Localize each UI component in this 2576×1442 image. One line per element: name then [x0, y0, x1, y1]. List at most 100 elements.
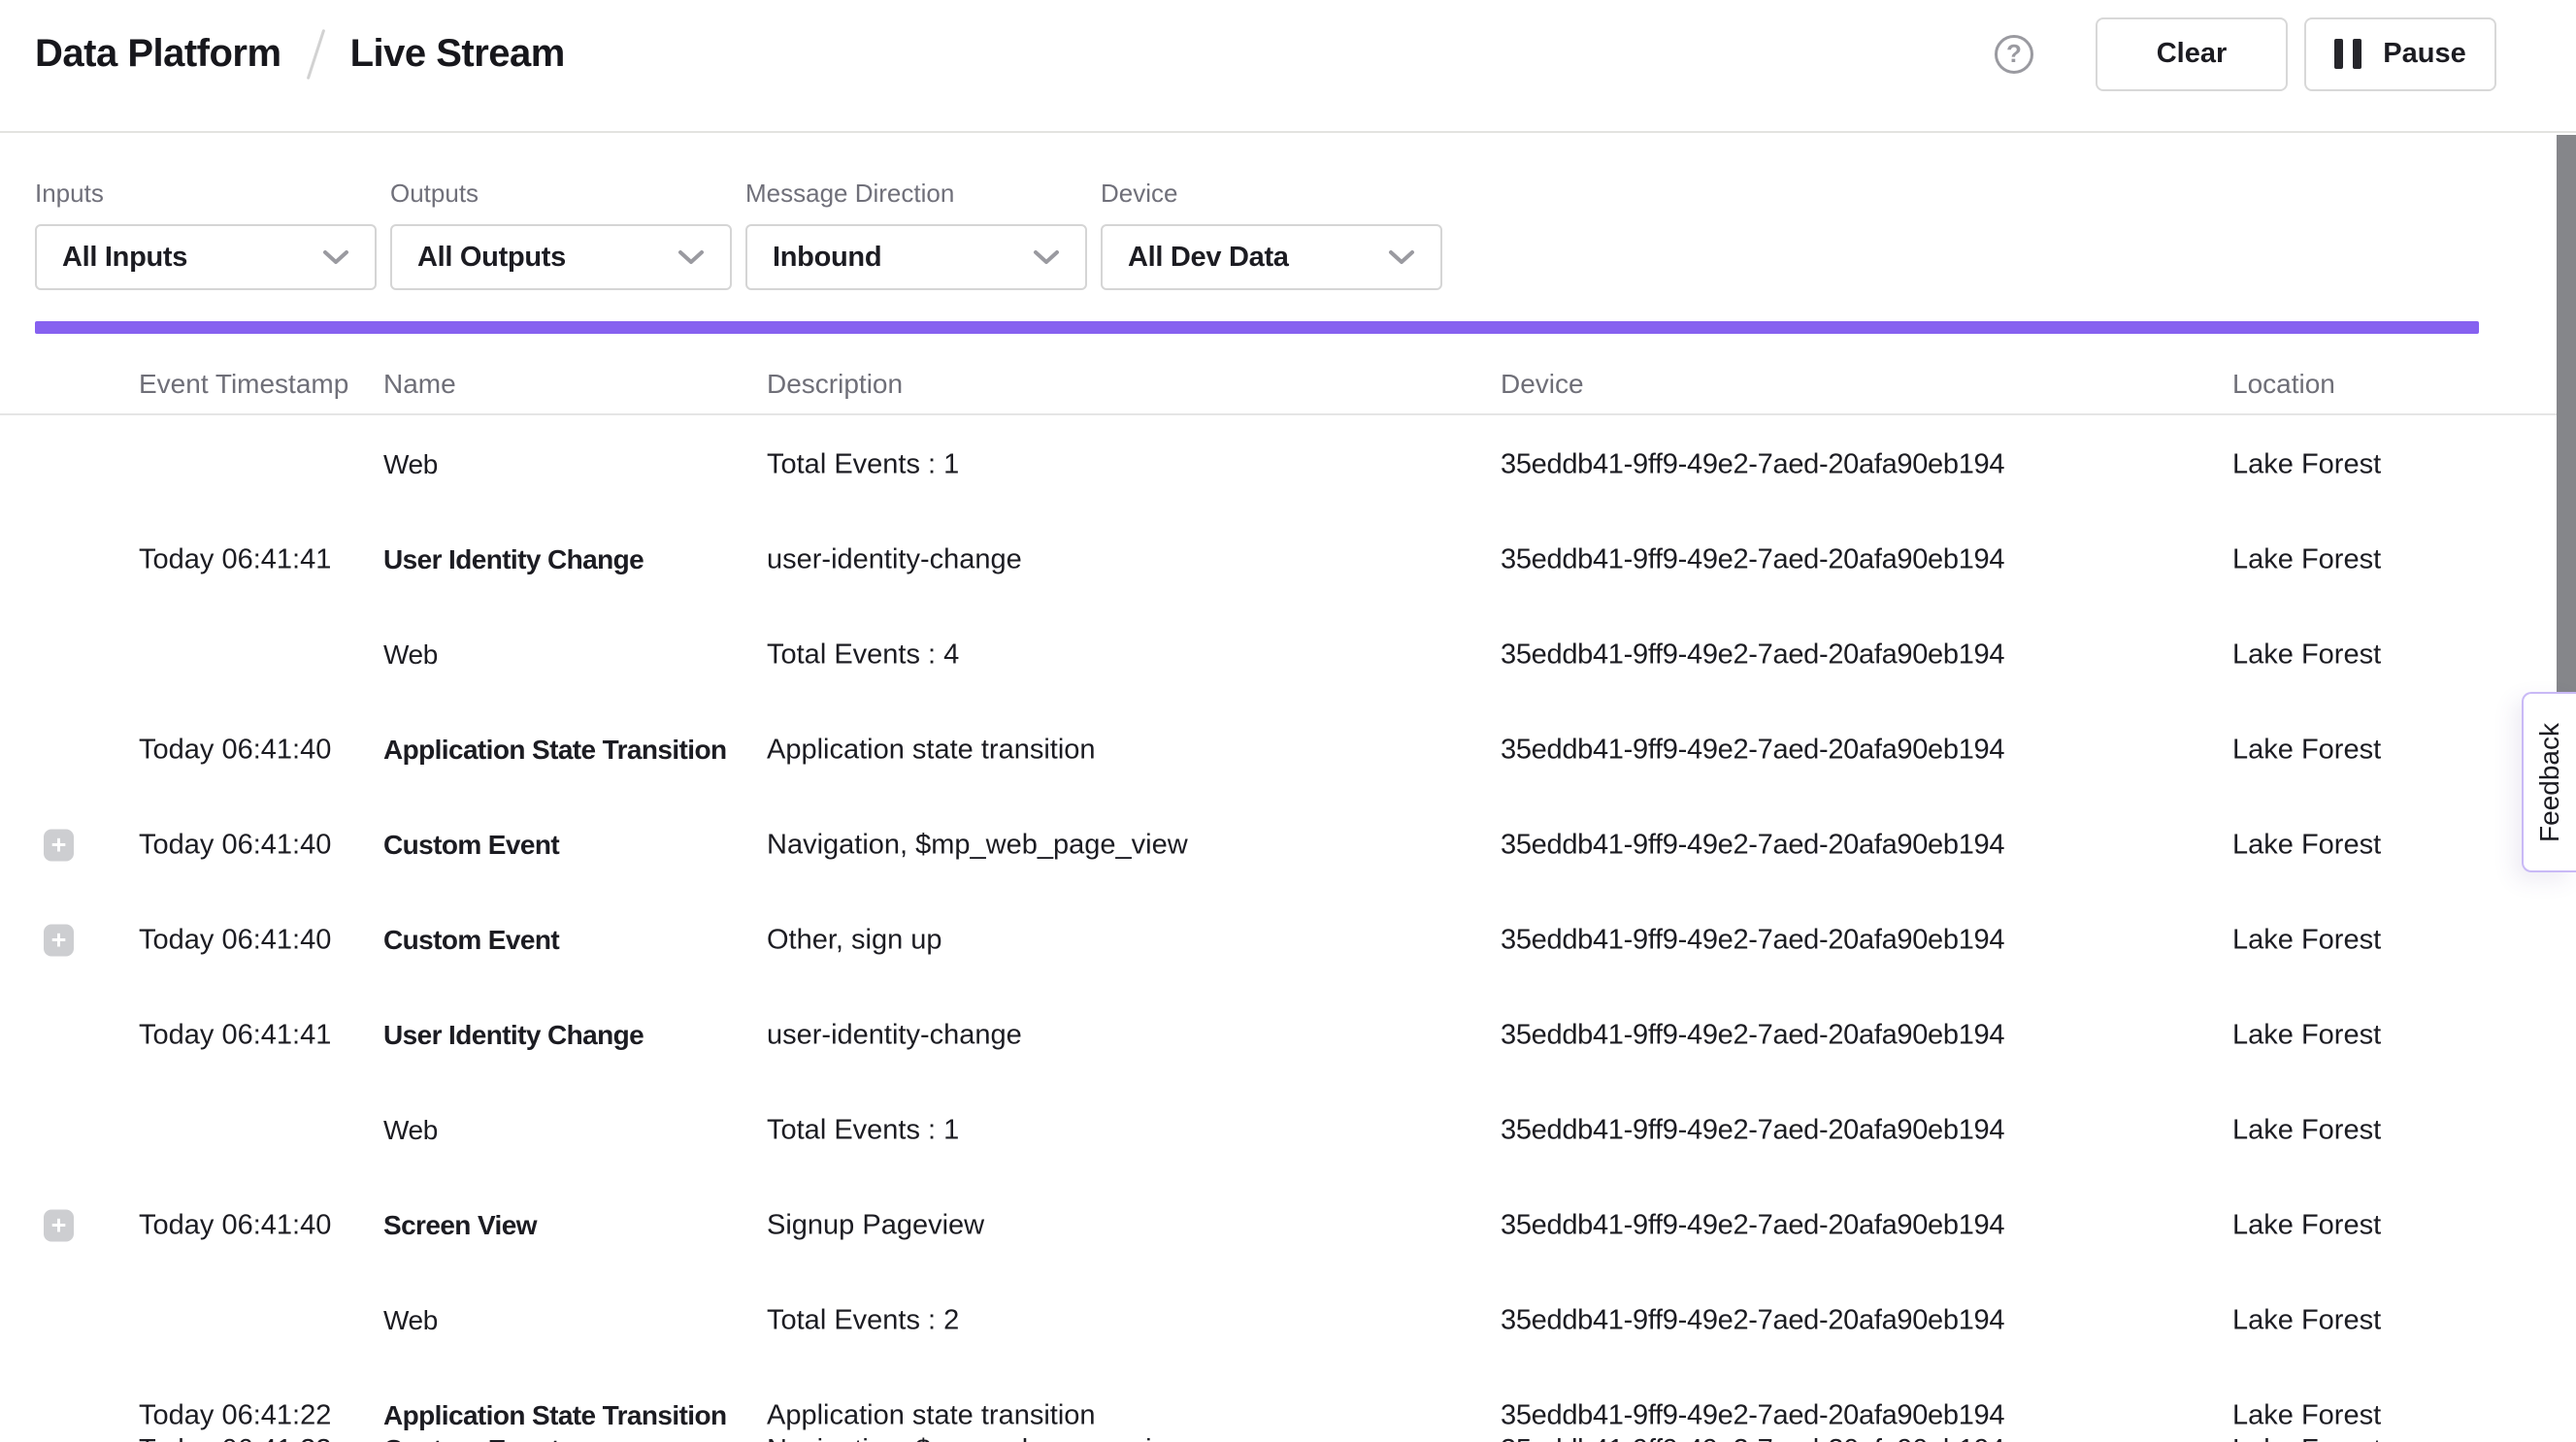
cell-description: user-identity-change — [767, 1020, 1022, 1052]
table-row[interactable]: Today 06:41:41 User Identity Change user-i… — [0, 512, 2576, 607]
table-row[interactable]: Today 06:41:22 Custom Event Navigation, $m… — [0, 1434, 2576, 1442]
table-row[interactable]: Today 06:41:40Application State Transiti… — [0, 703, 2576, 798]
device-select[interactable]: All Dev Data — [1101, 224, 1442, 290]
breadcrumb-live-stream: Live Stream — [350, 32, 565, 76]
cell-location: Lake Forest — [2232, 735, 2381, 767]
expand-row-icon[interactable]: + — [44, 830, 74, 862]
cell-description: Signup Pageview — [767, 1210, 984, 1242]
cell-device: 35eddb41-9ff9-49e2-7aed-20afa90eb194 — [1501, 830, 2004, 862]
table-body: Web Total Events : 1 35eddb41-9ff9-49e2-7a… — [0, 417, 2576, 1442]
breadcrumb-data-platform[interactable]: Data Platform — [35, 32, 281, 76]
inputs-select[interactable]: All Inputs — [35, 224, 377, 290]
column-header-event-timestamp: Event Timestamp — [139, 369, 348, 400]
cell-location: Lake Forest — [2232, 1305, 2381, 1337]
cell-description: Total Events : 4 — [767, 639, 959, 672]
message-direction-select-value: Inbound — [773, 242, 881, 274]
chevron-down-icon — [677, 249, 705, 265]
cell-location: Lake Forest — [2232, 925, 2381, 957]
cell-description: Total Events : 1 — [767, 1115, 959, 1147]
table-row[interactable]: Web Total Events : 4 35eddb41-9ff9-49e2-7a… — [0, 607, 2576, 703]
device-select-value: All Dev Data — [1128, 242, 1289, 274]
cell-event-timestamp: Today 06:41:41 — [139, 1020, 331, 1052]
cell-event-timestamp: Today 06:41:41 — [139, 544, 331, 576]
cell-location: Lake Forest — [2232, 544, 2381, 576]
outputs-select-value: All Outputs — [417, 242, 566, 274]
filter-inputs-label: Inputs — [35, 178, 377, 209]
cell-description: Other, sign up — [767, 925, 942, 957]
cell-description: Application state transition — [767, 735, 1096, 767]
table-row[interactable]: Today 06:41:22 Application State Transiti… — [0, 1368, 2576, 1442]
accent-bar — [35, 321, 2479, 334]
cell-description: user-identity-change — [767, 544, 1022, 576]
filter-device-label: Device — [1101, 178, 1442, 209]
help-glyph: ? — [2006, 39, 2022, 69]
table-row[interactable]: + Today 06:41:40 Screen View Signup Pagevie… — [0, 1178, 2576, 1273]
table-header: Event Timestamp Name Description Device … — [0, 363, 2576, 415]
cell-name: Custom Event — [383, 1434, 559, 1442]
header-actions: ? Clear Pause — [1995, 17, 2496, 91]
cell-location: Lake Forest — [2232, 1020, 2381, 1052]
filter-inputs: Inputs All Inputs — [35, 178, 377, 290]
pause-icon — [2334, 39, 2361, 69]
filter-outputs-label: Outputs — [390, 178, 732, 209]
cell-description: Total Events : 2 — [767, 1305, 959, 1337]
expand-row-icon[interactable]: + — [44, 1210, 74, 1242]
filter-message-direction-label: Message Direction — [745, 178, 1087, 209]
cell-event-timestamp: Today 06:41:22 — [139, 1434, 331, 1442]
cell-name: Web — [383, 639, 438, 671]
table-row[interactable]: WebTotal Events : 135eddb41-9ff9-49e2-7a… — [0, 417, 2576, 512]
app-header: Data Platform Live Stream ? Clear Pause — [0, 0, 2576, 133]
cell-device: 35eddb41-9ff9-49e2-7aed-20afa90eb194 — [1501, 925, 2004, 957]
chevron-down-icon — [1388, 249, 1415, 265]
pause-button[interactable]: Pause — [2304, 17, 2496, 91]
expand-row-icon[interactable]: + — [44, 925, 74, 957]
cell-name: Custom Event — [383, 925, 559, 956]
breadcrumb: Data Platform Live Stream — [35, 28, 565, 81]
cell-name: User Identity Change — [383, 544, 644, 575]
breadcrumb-separator — [306, 28, 325, 79]
feedback-tab[interactable]: Feedback — [2522, 692, 2576, 872]
cell-name: User Identity Change — [383, 1020, 644, 1051]
message-direction-select[interactable]: Inbound — [745, 224, 1087, 290]
live-stream-page: Data Platform Live Stream ? Clear Pause … — [0, 0, 2576, 1442]
cell-device: 35eddb41-9ff9-49e2-7aed-20afa90eb194 — [1501, 1434, 2004, 1442]
table-row[interactable]: Today 06:41:41 User Identity Change user-i… — [0, 988, 2576, 1083]
cell-location: Lake Forest — [2232, 1434, 2381, 1442]
outputs-select[interactable]: All Outputs — [390, 224, 732, 290]
cell-location: Lake Forest — [2232, 1210, 2381, 1242]
cell-event-timestamp: Today 06:41:40 — [139, 830, 331, 862]
cell-description: Application state transition — [767, 1400, 1096, 1432]
cell-device: 35eddb41-9ff9-49e2-7aed-20afa90eb194 — [1501, 1115, 2004, 1147]
column-header-device: Device — [1501, 369, 1584, 400]
cell-device: 35eddb41-9ff9-49e2-7aed-20afa90eb194 — [1501, 639, 2004, 672]
scrollbar-thumb[interactable] — [2557, 135, 2576, 729]
cell-name: Web — [383, 1115, 438, 1146]
inputs-select-value: All Inputs — [62, 242, 187, 274]
table-row[interactable]: + Today 06:41:40 Custom Event Other, sign u… — [0, 893, 2576, 988]
cell-description: Navigation, $mp_web_page_view — [767, 1434, 1188, 1442]
cell-location: Lake Forest — [2232, 830, 2381, 862]
cell-location: Lake Forest — [2232, 639, 2381, 672]
cell-event-timestamp: Today 06:41:40 — [139, 735, 331, 767]
table-row[interactable]: +Today 06:41:40Custom EventNavigation, $… — [0, 798, 2576, 893]
column-header-location: Location — [2232, 369, 2335, 400]
clear-button[interactable]: Clear — [2096, 17, 2288, 91]
filter-bar: Inputs All Inputs Outputs All Outputs Me… — [35, 178, 1442, 290]
cell-name: Screen View — [383, 1210, 537, 1241]
cell-event-timestamp: Today 06:41:40 — [139, 1210, 331, 1242]
table-row[interactable]: WebTotal Events : 235eddb41-9ff9-49e2-7a… — [0, 1273, 2576, 1368]
cell-name: Web — [383, 1305, 438, 1336]
filter-device: Device All Dev Data — [1101, 178, 1442, 290]
cell-location: Lake Forest — [2232, 449, 2381, 481]
chevron-down-icon — [322, 249, 349, 265]
column-header-name: Name — [383, 369, 456, 400]
cell-device: 35eddb41-9ff9-49e2-7aed-20afa90eb194 — [1501, 449, 2004, 481]
cell-event-timestamp: Today 06:41:22 — [139, 1400, 331, 1432]
cell-description: Navigation, $mp_web_page_view — [767, 830, 1188, 862]
cell-event-timestamp: Today 06:41:40 — [139, 925, 331, 957]
filter-message-direction: Message Direction Inbound — [745, 178, 1087, 290]
cell-name: Application State Transition — [383, 1400, 726, 1431]
cell-location: Lake Forest — [2232, 1400, 2381, 1432]
table-row[interactable]: Web Total Events : 1 35eddb41-9ff9-49e2-7a… — [0, 1083, 2576, 1178]
help-icon[interactable]: ? — [1995, 35, 2033, 74]
